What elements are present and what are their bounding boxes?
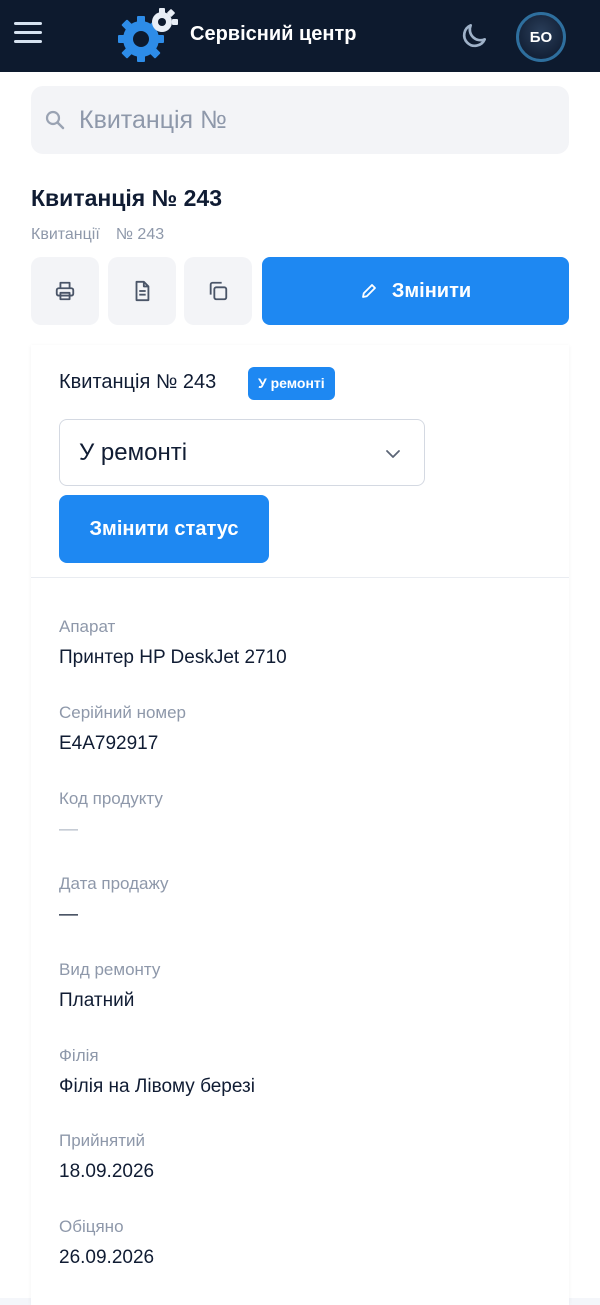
- print-icon: [55, 281, 75, 301]
- field-branch: Філія Філія на Лівому березі: [59, 1046, 255, 1098]
- avatar[interactable]: БО: [516, 12, 566, 62]
- field-serial-number: Серійний номер E4A792917: [59, 703, 186, 755]
- page-content: Квитанція № Квитанція № 243 Квитанції № 2…: [0, 72, 600, 1305]
- menu-icon[interactable]: [14, 22, 42, 48]
- field-value: Філія на Лівому березі: [59, 1076, 255, 1097]
- field-device: Апарат Принтер HP DeskJet 2710: [59, 617, 287, 669]
- field-label: Обіцяно: [59, 1217, 124, 1236]
- field-value: Платний: [59, 990, 135, 1011]
- field-repair-type: Вид ремонту Платний: [59, 960, 160, 1012]
- field-label: Вид ремонту: [59, 960, 161, 979]
- field-value: Принтер HP DeskJet 2710: [59, 647, 287, 668]
- divider: [31, 577, 569, 578]
- search-placeholder: Квитанція №: [79, 106, 227, 134]
- field-value: —: [59, 904, 78, 925]
- search-icon: [45, 110, 65, 130]
- field-label: Апарат: [59, 617, 116, 636]
- pencil-icon: [361, 284, 376, 298]
- app-title: Сервісний центр: [190, 23, 357, 45]
- field-product-code: Код продукту —: [59, 789, 163, 841]
- breadcrumb: Квитанції № 243: [31, 226, 164, 244]
- document-icon: [135, 280, 150, 302]
- copy-icon: [209, 281, 228, 301]
- change-status-button[interactable]: Змінити статус: [59, 495, 269, 563]
- copy-button[interactable]: [184, 257, 252, 325]
- moon-icon[interactable]: [458, 20, 490, 52]
- breadcrumb-item-current: № 243: [115, 226, 165, 243]
- field-value: E4A792917: [59, 733, 159, 754]
- print-button[interactable]: [31, 257, 99, 325]
- field-label: Прийнятий: [59, 1131, 146, 1150]
- card-title: Квитанція № 243: [59, 371, 217, 393]
- field-value: —: [59, 819, 78, 840]
- chevron-down-icon: [386, 450, 400, 458]
- edit-button-label: Змінити: [391, 279, 472, 302]
- field-value: 18.09.2026: [59, 1161, 155, 1182]
- field-accepted-date: Прийнятий 18.09.2026: [59, 1131, 154, 1183]
- edit-button[interactable]: Змінити: [262, 257, 569, 325]
- document-button[interactable]: [108, 257, 176, 325]
- field-label: Код продукту: [59, 789, 163, 808]
- field-label: Дата продажу: [59, 874, 169, 893]
- receipt-card: Квитанція № 243 У ремонті У ремонті Змін…: [31, 345, 569, 1305]
- field-sale-date: Дата продажу —: [59, 874, 169, 926]
- page-title: Квитанція № 243: [31, 185, 223, 211]
- field-promised-date: Обіцяно 26.09.2026: [59, 1217, 154, 1269]
- gear-logo-icon[interactable]: [114, 6, 178, 64]
- field-value: 26.09.2026: [59, 1247, 155, 1268]
- search-input[interactable]: Квитанція №: [31, 86, 569, 154]
- status-select-value: У ремонті: [79, 439, 188, 466]
- breadcrumb-item-receipts[interactable]: Квитанції: [31, 226, 100, 243]
- status-badge: У ремонті: [248, 367, 335, 400]
- field-label: Філія: [59, 1046, 99, 1065]
- top-app-bar: Сервісний центр БО: [0, 0, 600, 72]
- field-label: Серійний номер: [59, 703, 187, 722]
- status-select[interactable]: У ремонті: [59, 419, 425, 486]
